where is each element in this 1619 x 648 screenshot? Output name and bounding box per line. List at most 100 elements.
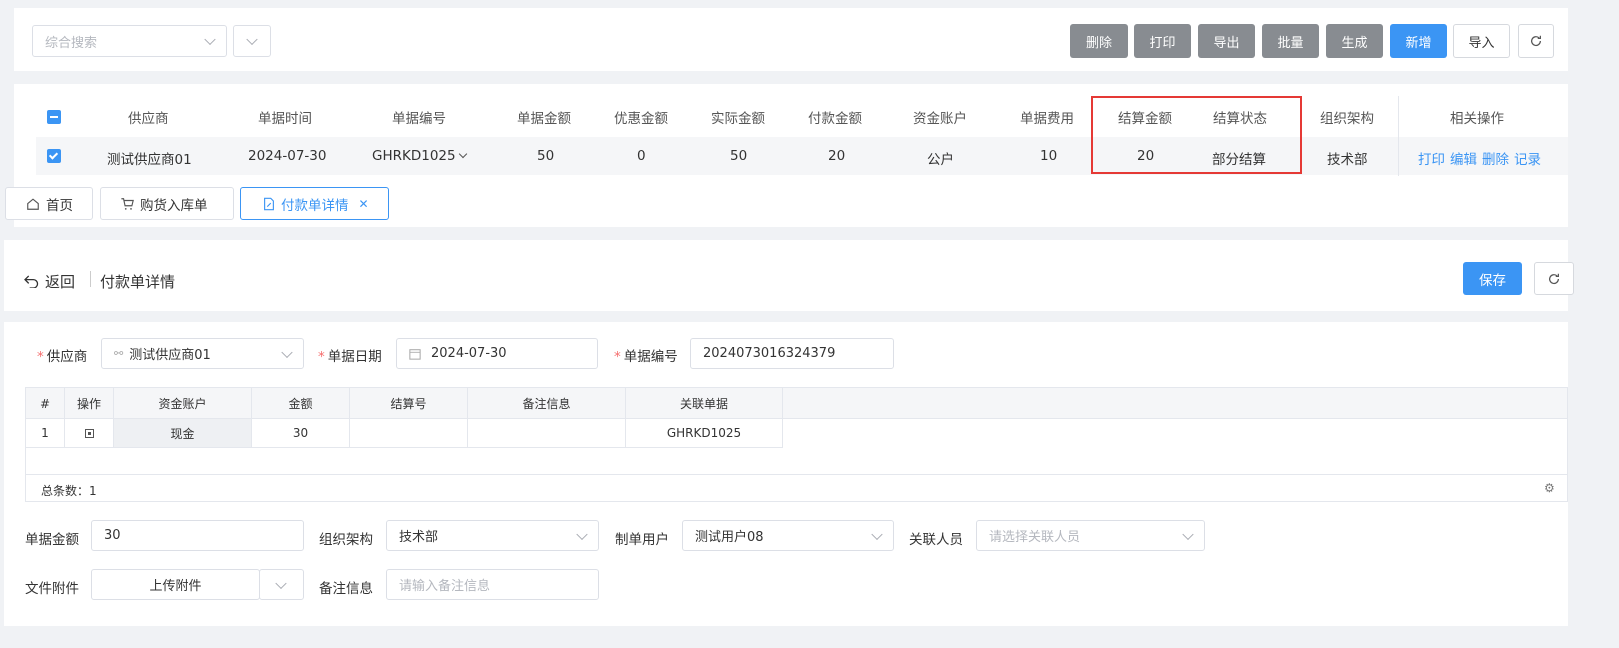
back-label: 返回 (45, 273, 76, 291)
select-all-checkbox[interactable] (47, 110, 61, 124)
header-time: 单据时间 (258, 111, 312, 127)
grid-cell-account[interactable]: 现金 (114, 419, 252, 447)
add-button[interactable]: 新增 (1390, 24, 1447, 58)
import-button[interactable]: 导入 (1453, 24, 1510, 58)
chevron-down-icon (871, 528, 883, 540)
tab-purchase-inbound-label: 购货入库单 (140, 197, 208, 214)
delete-button[interactable]: 删除 (1070, 24, 1128, 58)
close-icon[interactable]: ✕ (359, 197, 369, 211)
refresh-icon (1549, 273, 1559, 284)
cell-actions: 打印 编辑 删除 记录 (1418, 148, 1546, 168)
chevron-down-icon (204, 33, 216, 46)
action-print-link[interactable]: 打印 (1418, 152, 1445, 168)
remark-label: 备注信息 (319, 581, 373, 597)
upload-dropdown-button[interactable] (259, 569, 304, 600)
creator-value: 测试用户08 (695, 530, 764, 545)
action-record-link[interactable]: 记录 (1514, 152, 1541, 168)
tab-purchase-inbound[interactable]: 购货入库单 (100, 187, 234, 220)
amount-input[interactable]: 30 (91, 520, 304, 551)
highlight-box (1091, 96, 1302, 174)
upload-label: 上传附件 (149, 579, 202, 594)
cell-account: 公户 (927, 152, 954, 168)
remark-placeholder: 请输入备注信息 (399, 579, 491, 594)
chevron-down-icon (1182, 528, 1194, 540)
grid-header-settle-no: 结算号 (350, 388, 468, 419)
action-delete-link[interactable]: 删除 (1482, 152, 1509, 168)
org-label: 组织架构 (319, 532, 373, 548)
home-icon (27, 197, 39, 210)
header-actions: 相关操作 (1450, 111, 1504, 127)
chevron-down-icon (576, 528, 588, 540)
grid-cell-action[interactable] (65, 419, 114, 447)
grid-header-account: 资金账户 (114, 388, 252, 419)
creator-select[interactable]: 测试用户08 (682, 520, 894, 551)
cell-amount: 50 (537, 148, 555, 164)
number-label: * 单据编号 (614, 349, 678, 365)
row-action-icon[interactable] (84, 428, 94, 438)
cell-supplier: 测试供应商01 (107, 152, 192, 168)
header-account: 资金账户 (913, 111, 967, 127)
grid-footer-line (26, 474, 1567, 475)
cart-icon (121, 197, 134, 210)
grid-cell-remark[interactable] (468, 419, 626, 447)
tab-home-label: 首页 (46, 197, 73, 214)
number-value: 2024073016324379 (703, 346, 836, 361)
generate-button[interactable]: 生成 (1326, 24, 1383, 58)
chevron-down-icon (458, 149, 467, 159)
batch-button[interactable]: 批量 (1262, 24, 1319, 58)
number-input[interactable]: 2024073016324379 (690, 338, 894, 369)
save-button[interactable]: 保存 (1463, 262, 1522, 295)
header-discount: 优惠金额 (614, 111, 668, 127)
tab-home[interactable]: 首页 (5, 187, 93, 220)
cell-discount: 0 (637, 148, 646, 164)
refresh-icon (1531, 35, 1541, 47)
related-person-label: 关联人员 (909, 532, 963, 548)
grid-settings-icon[interactable]: ⚙ (1544, 481, 1555, 495)
header-number: 单据编号 (392, 111, 446, 127)
grid-cell-settle-no[interactable] (350, 419, 468, 447)
related-person-select[interactable]: 请选择关联人员 (976, 520, 1205, 551)
cell-number[interactable]: GHRKD1025 (372, 148, 467, 164)
grid-cell-index: 1 (26, 419, 65, 447)
supplier-label: * 供应商 (37, 349, 88, 365)
back-button[interactable]: 返回 (24, 271, 75, 292)
remark-input[interactable]: 请输入备注信息 (386, 569, 599, 600)
tab-payment-detail[interactable]: 付款单详情 ✕ (240, 187, 389, 220)
grid-header-index: # (26, 388, 65, 419)
header-fee: 单据费用 (1020, 111, 1074, 127)
search-expand-button[interactable] (233, 25, 271, 57)
grid-header-related: 关联单据 (626, 388, 783, 419)
header-amount: 单据金额 (517, 111, 571, 127)
org-select[interactable]: 技术部 (386, 520, 599, 551)
cell-fee: 10 (1040, 148, 1058, 164)
cell-org: 技术部 (1327, 152, 1368, 168)
supplier-select[interactable]: ⚯ 测试供应商01 (101, 338, 304, 369)
chevron-down-icon (281, 346, 293, 358)
refresh-button[interactable] (1518, 24, 1554, 58)
page-title: 付款单详情 (100, 273, 176, 291)
chevron-down-icon (246, 33, 258, 46)
search-select[interactable]: 综合搜索 (32, 25, 227, 57)
back-icon (24, 275, 39, 288)
detail-refresh-button[interactable] (1534, 262, 1574, 295)
attachment-label: 文件附件 (25, 581, 79, 597)
date-label: * 单据日期 (318, 349, 382, 365)
date-picker[interactable]: 2024-07-30 (396, 338, 598, 369)
row-checkbox[interactable] (47, 149, 61, 163)
link-icon: ⚯ (114, 347, 124, 360)
related-person-placeholder: 请选择关联人员 (989, 530, 1081, 545)
print-button[interactable]: 打印 (1134, 24, 1191, 58)
grid-cell-related[interactable]: GHRKD1025 (626, 419, 783, 447)
chevron-down-icon (275, 577, 287, 589)
export-button[interactable]: 导出 (1198, 24, 1255, 58)
header-supplier: 供应商 (128, 111, 169, 127)
header-actual: 实际金额 (711, 111, 765, 127)
grid-cell-amount[interactable]: 30 (252, 419, 350, 447)
action-edit-link[interactable]: 编辑 (1450, 152, 1477, 168)
upload-button[interactable]: 上传附件 (91, 569, 260, 600)
edit-document-icon (264, 197, 274, 210)
creator-label: 制单用户 (615, 532, 669, 548)
cell-number-text: GHRKD1025 (372, 148, 456, 164)
grid-header-action: 操作 (65, 388, 114, 419)
actions-column-divider (1398, 96, 1399, 176)
